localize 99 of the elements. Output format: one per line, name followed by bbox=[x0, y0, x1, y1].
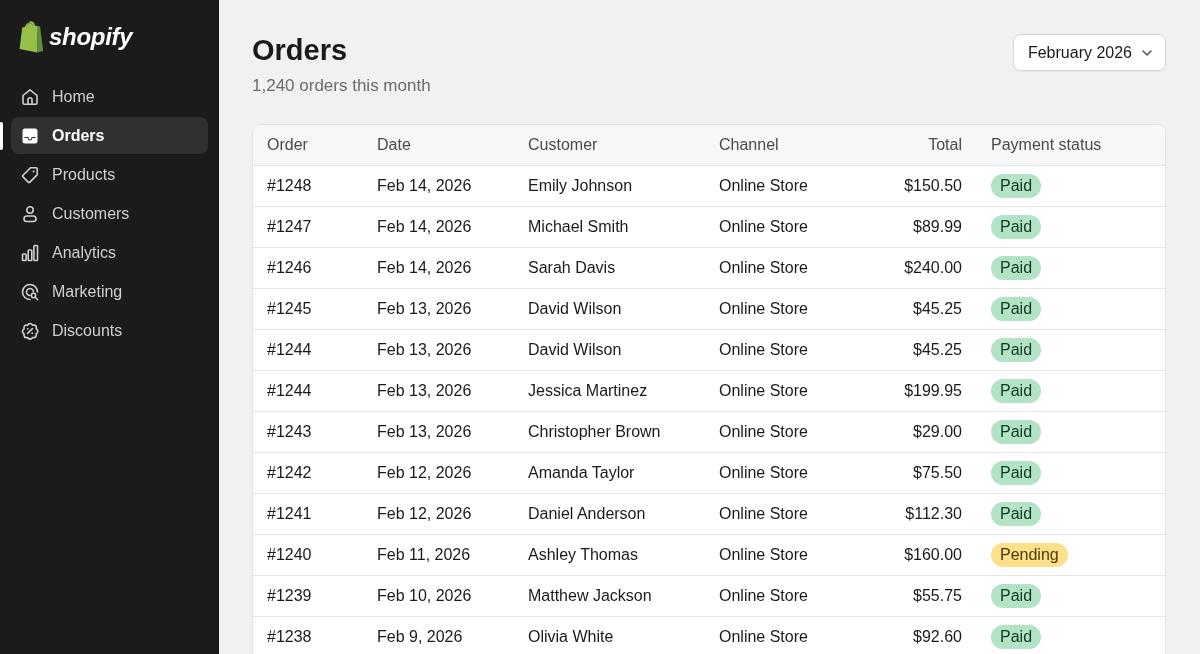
table-cell: Online Store bbox=[719, 464, 808, 482]
table-cell: $45.25 bbox=[913, 300, 962, 318]
table-cell: #1239 bbox=[267, 587, 312, 605]
house-icon bbox=[21, 87, 39, 106]
table-cell: #1246 bbox=[267, 259, 312, 277]
status-badge: Paid bbox=[991, 256, 1042, 280]
nav-item[interactable]: Analytics bbox=[11, 234, 208, 271]
table-cell: Matthew Jackson bbox=[528, 587, 652, 605]
table-cell: Sarah Davis bbox=[528, 259, 616, 277]
table-cell: #1240 bbox=[267, 546, 312, 564]
table-cell: #1241 bbox=[267, 505, 312, 523]
table-cell: $112.30 bbox=[905, 505, 962, 523]
table-cell: $160.00 bbox=[904, 546, 962, 564]
table-cell: Jessica Martinez bbox=[528, 382, 648, 400]
table-cell: Feb 13, 2026 bbox=[377, 423, 472, 441]
status-badge: Paid bbox=[991, 420, 1042, 444]
status-badge: Paid bbox=[991, 338, 1042, 362]
percent-badge-icon bbox=[21, 321, 39, 340]
status-badge: Paid bbox=[991, 215, 1042, 239]
table-cell: $45.25 bbox=[913, 341, 962, 359]
table-cell: Online Store bbox=[719, 177, 808, 195]
table-cell: Feb 13, 2026 bbox=[377, 341, 472, 359]
status-badge: Paid bbox=[991, 584, 1042, 608]
status-badge: Paid bbox=[991, 174, 1042, 198]
table-cell: Online Store bbox=[719, 546, 808, 564]
table-cell: Online Store bbox=[719, 505, 808, 523]
nav-item[interactable]: Marketing bbox=[11, 273, 208, 310]
table-cell: Michael Smith bbox=[528, 218, 629, 236]
person-icon bbox=[21, 204, 39, 223]
status-badge: Paid bbox=[991, 461, 1042, 485]
table-cell: Ashley Thomas bbox=[528, 546, 638, 564]
table-cell: Online Store bbox=[719, 259, 808, 277]
status-badge: Pending bbox=[991, 543, 1068, 567]
table-cell: Online Store bbox=[719, 218, 808, 236]
table-cell: $55.75 bbox=[913, 587, 962, 605]
shopping-bag-icon bbox=[19, 21, 44, 53]
nav-item[interactable]: Discounts bbox=[11, 312, 208, 349]
nav-item[interactable]: Orders bbox=[11, 117, 208, 154]
table-cell: Feb 12, 2026 bbox=[377, 464, 472, 482]
table-cell: Olivia White bbox=[528, 628, 614, 646]
table-cell: Feb 11, 2026 bbox=[377, 546, 471, 564]
table-cell: Emily Johnson bbox=[528, 177, 633, 195]
table-cell: Feb 9, 2026 bbox=[377, 628, 463, 646]
table-cell: Amanda Taylor bbox=[528, 464, 635, 482]
table-cell: #1242 bbox=[267, 464, 312, 482]
column-header: Payment status bbox=[991, 136, 1102, 154]
table-cell: $150.50 bbox=[904, 177, 962, 195]
table-cell: Online Store bbox=[719, 628, 808, 646]
month-select[interactable]: February 2026 bbox=[1012, 34, 1166, 71]
column-header: Customer bbox=[528, 136, 598, 154]
table-cell: Online Store bbox=[719, 341, 808, 359]
status-badge: Paid bbox=[991, 502, 1042, 526]
status-badge: Paid bbox=[991, 379, 1042, 403]
table-cell: $89.99 bbox=[913, 218, 962, 236]
table-cell: $240.00 bbox=[904, 259, 962, 277]
page-title: Orders bbox=[252, 33, 349, 68]
table-cell: Feb 14, 2026 bbox=[377, 177, 472, 195]
table-cell: $75.50 bbox=[913, 464, 962, 482]
table-cell: $29.00 bbox=[913, 423, 962, 441]
nav-item[interactable]: Home bbox=[11, 78, 208, 115]
brand-name: shopify bbox=[49, 25, 133, 49]
table-cell: Online Store bbox=[719, 382, 808, 400]
table-cell: Online Store bbox=[719, 423, 808, 441]
table-cell: Feb 13, 2026 bbox=[377, 300, 472, 318]
nav-item[interactable]: Customers bbox=[11, 195, 208, 232]
status-badge: Paid bbox=[991, 625, 1042, 649]
table-cell: Feb 14, 2026 bbox=[377, 218, 472, 236]
nav-item[interactable]: Products bbox=[11, 156, 208, 193]
target-search-icon bbox=[21, 282, 39, 301]
table-cell: Online Store bbox=[719, 587, 808, 605]
table-cell: #1244 bbox=[267, 382, 312, 400]
table-cell: #1238 bbox=[267, 628, 312, 646]
table-cell: #1248 bbox=[267, 177, 312, 195]
table-cell: Daniel Anderson bbox=[528, 505, 646, 523]
active-indicator bbox=[0, 121, 3, 150]
table-cell: Feb 10, 2026 bbox=[377, 587, 472, 605]
status-badge: Paid bbox=[991, 297, 1042, 321]
table-cell: $199.95 bbox=[904, 382, 962, 400]
table-cell: #1243 bbox=[267, 423, 312, 441]
table-cell: David Wilson bbox=[528, 341, 622, 359]
table-cell: $92.60 bbox=[913, 628, 962, 646]
column-header: Date bbox=[377, 136, 411, 154]
table-cell: #1244 bbox=[267, 341, 312, 359]
table-cell: #1247 bbox=[267, 218, 312, 236]
tag-icon bbox=[21, 165, 39, 184]
column-header: Order bbox=[267, 136, 308, 154]
table-cell: Feb 14, 2026 bbox=[377, 259, 472, 277]
table-cell: #1245 bbox=[267, 300, 312, 318]
chevron-down-icon bbox=[1142, 49, 1152, 56]
column-header: Channel bbox=[719, 136, 779, 154]
column-header: Total bbox=[928, 136, 962, 154]
table-cell: David Wilson bbox=[528, 300, 622, 318]
inbox-tray-icon bbox=[21, 126, 39, 145]
page-subtitle: 1,240 orders this month bbox=[252, 76, 431, 96]
bar-chart-icon bbox=[21, 243, 39, 262]
table-cell: Feb 12, 2026 bbox=[377, 505, 472, 523]
table-cell: Online Store bbox=[719, 300, 808, 318]
table-cell: Christopher Brown bbox=[528, 423, 661, 441]
table-cell: Feb 13, 2026 bbox=[377, 382, 472, 400]
